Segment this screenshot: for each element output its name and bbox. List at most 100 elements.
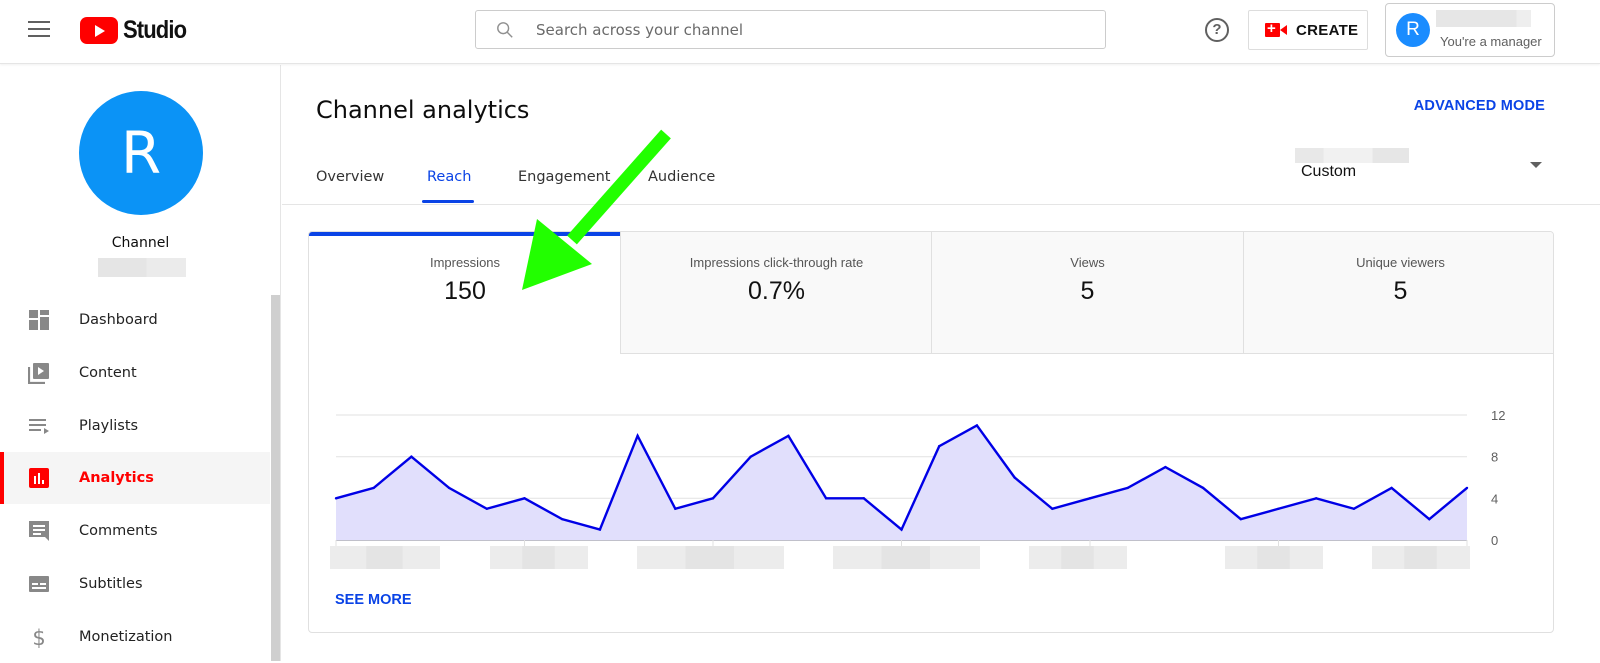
- data-point: [598, 528, 602, 531]
- see-more-link[interactable]: SEE MORE: [335, 592, 412, 608]
- monetization-icon: $: [32, 626, 45, 648]
- y-tick-label: 0: [1491, 533, 1498, 548]
- data-point: [485, 507, 488, 510]
- search-box[interactable]: [475, 10, 1106, 49]
- date-range-redacted: [1295, 148, 1409, 163]
- sidebar-item-subtitles[interactable]: Subtitles: [0, 558, 270, 610]
- x-tick-label-redacted: [881, 546, 931, 569]
- sidebar-item-playlists[interactable]: Playlists: [0, 400, 270, 452]
- account-role: You're a manager: [1440, 34, 1542, 49]
- create-video-icon: [1265, 20, 1287, 37]
- main-content: Channel analytics ADVANCED MODE Overview…: [282, 65, 1600, 661]
- tab-audience[interactable]: Audience: [648, 169, 715, 185]
- data-point: [1315, 497, 1318, 500]
- svg-text:$: $: [32, 626, 45, 648]
- data-point: [447, 486, 451, 490]
- metrics-card: Impressions 150 Impressions click-throug…: [308, 231, 1554, 633]
- data-point: [1201, 486, 1205, 490]
- logo-text: Studio: [123, 16, 187, 44]
- date-range-select[interactable]: Custom: [1301, 163, 1356, 181]
- impressions-chart: 0 4 8 12: [330, 408, 1505, 569]
- data-point: [334, 497, 338, 500]
- tab-engagement[interactable]: Engagement: [518, 169, 611, 185]
- sidebar-item-label: Monetization: [79, 629, 173, 645]
- data-point: [372, 486, 375, 490]
- x-tick-label-redacted: [1404, 546, 1437, 569]
- channel-avatar[interactable]: R: [79, 91, 203, 215]
- account-switcher[interactable]: R You're a manager: [1385, 3, 1555, 57]
- data-point: [975, 424, 979, 427]
- data-point: [787, 434, 790, 438]
- sidebar-item-label: Playlists: [79, 418, 139, 434]
- x-tick-label-redacted: [685, 546, 735, 569]
- sidebar-item-label: Subtitles: [79, 576, 143, 592]
- channel-label: Channel: [111, 235, 170, 251]
- search-input[interactable]: [536, 11, 1096, 48]
- sidebar-item-label: Content: [79, 365, 137, 381]
- dashboard-icon: [29, 310, 49, 330]
- channel-name-redacted: [98, 258, 186, 277]
- data-point: [1013, 476, 1016, 479]
- data-point: [636, 434, 639, 438]
- data-point: [523, 497, 526, 500]
- content-icon: [28, 363, 49, 384]
- sidebar-item-content[interactable]: Content: [0, 347, 270, 399]
- data-point: [711, 497, 715, 500]
- data-point: [410, 455, 413, 458]
- sidebar-item-comments[interactable]: Comments: [0, 505, 270, 557]
- top-bar: Studio ? CREATE R You're a manager: [0, 0, 1600, 64]
- data-point: [1126, 486, 1129, 490]
- sidebar-item-monetization[interactable]: $ Monetization: [0, 611, 270, 663]
- data-point: [1239, 517, 1242, 521]
- x-tick-label-redacted: [1257, 546, 1290, 569]
- data-point: [900, 528, 903, 531]
- data-point: [1465, 486, 1469, 490]
- data-point: [1428, 517, 1431, 521]
- data-point: [749, 455, 752, 458]
- data-point: [561, 517, 564, 521]
- create-button[interactable]: CREATE: [1248, 10, 1368, 50]
- series-area: [336, 425, 1467, 540]
- y-tick-label: 12: [1491, 408, 1505, 423]
- sidebar-item-dashboard[interactable]: Dashboard: [0, 294, 270, 346]
- tab-overview[interactable]: Overview: [316, 169, 384, 185]
- help-icon[interactable]: ?: [1205, 18, 1229, 42]
- data-point: [1051, 507, 1054, 510]
- data-point: [1164, 465, 1167, 469]
- menu-icon[interactable]: [28, 21, 50, 39]
- active-tab-indicator: [422, 200, 474, 203]
- tab-reach[interactable]: Reach: [427, 169, 471, 185]
- y-tick-label: 4: [1491, 491, 1498, 506]
- data-point: [674, 507, 677, 510]
- data-point: [1088, 497, 1092, 500]
- y-tick-label: 8: [1491, 450, 1498, 465]
- x-tick-label-redacted: [1061, 546, 1094, 569]
- data-point: [862, 497, 865, 500]
- sidebar-scrollbar[interactable]: [271, 295, 280, 661]
- page-title: Channel analytics: [316, 96, 530, 124]
- dropdown-caret-icon[interactable]: [1530, 162, 1542, 168]
- x-tick-label-redacted: [366, 546, 403, 569]
- subtitles-icon: [29, 576, 49, 592]
- playlists-icon: [29, 419, 49, 434]
- studio-logo[interactable]: Studio: [80, 16, 195, 45]
- data-point: [1390, 486, 1393, 490]
- create-label: CREATE: [1296, 21, 1359, 39]
- sidebar-item-label: Dashboard: [79, 312, 158, 328]
- x-tick-label-redacted: [522, 546, 555, 569]
- comments-icon: [29, 521, 49, 541]
- data-point: [1352, 507, 1356, 510]
- youtube-play-icon: [80, 17, 118, 44]
- sidebar: R Channel Dashboard Content Playlists An…: [0, 65, 281, 661]
- sidebar-item-analytics[interactable]: Analytics: [0, 452, 270, 504]
- data-point: [938, 445, 941, 448]
- account-avatar: R: [1396, 13, 1430, 47]
- sidebar-item-label: Analytics: [79, 470, 154, 486]
- account-name-redacted: [1436, 10, 1531, 27]
- tabs-divider: [282, 204, 1600, 205]
- data-point: [1277, 507, 1280, 510]
- advanced-mode-link[interactable]: ADVANCED MODE: [1414, 98, 1545, 114]
- data-point: [824, 497, 828, 500]
- search-icon: [497, 22, 513, 38]
- analytics-icon: [29, 468, 49, 488]
